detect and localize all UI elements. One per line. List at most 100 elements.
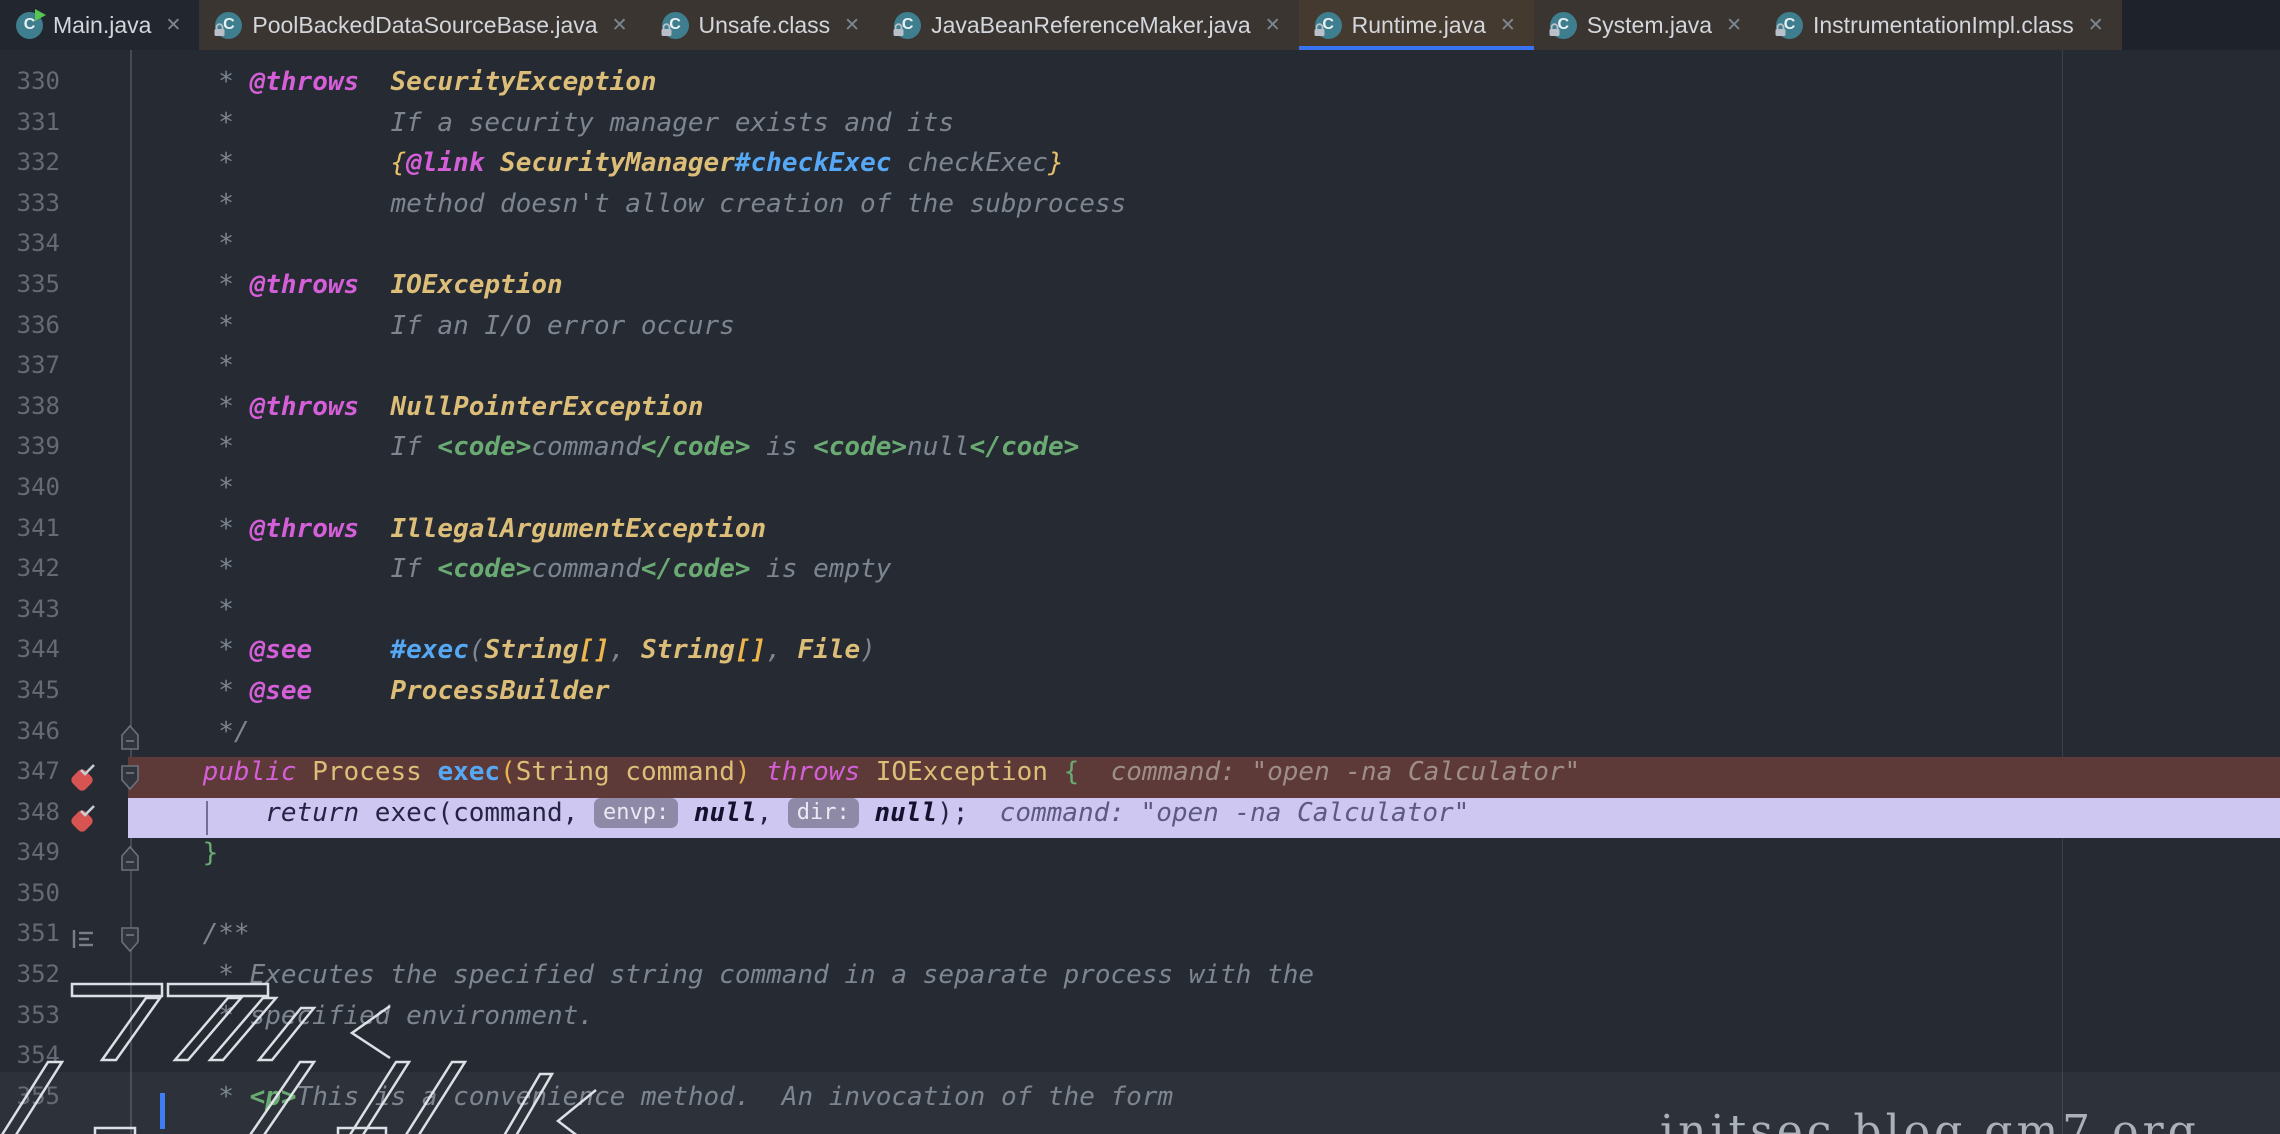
code-line[interactable]: 340 * [0, 473, 2280, 514]
tab-javabeanreferencemaker-java[interactable]: C JavaBeanReferenceMaker.java ✕ [878, 0, 1299, 50]
lock-overlay-icon [892, 23, 905, 42]
tab-poolbackeddatasourcebase-java[interactable]: CPoolBackedDataSourceBase.java✕ [199, 0, 645, 50]
code-text: * @throws IOException [140, 270, 2280, 311]
gutter[interactable]: 350 [0, 879, 130, 920]
code-line[interactable]: 339 * If <code>command</code> is <code>n… [0, 432, 2280, 473]
code-text: * @throws IllegalArgumentException [140, 514, 2280, 555]
code-line[interactable]: 338 * @throws NullPointerException [0, 392, 2280, 433]
code-line[interactable]: 333 * method doesn't allow creation of t… [0, 189, 2280, 230]
code-line[interactable]: 345 * @see ProcessBuilder [0, 676, 2280, 717]
gutter[interactable]: 337 [0, 351, 130, 392]
gutter[interactable]: 332 [0, 148, 130, 189]
code-editor[interactable]: 330 * @throws SecurityException331 * If … [0, 50, 2280, 1134]
code-text: * If a security manager exists and its [140, 108, 2280, 149]
code-line[interactable]: 330 * @throws SecurityException [0, 67, 2280, 108]
parameter-hint-badge: envp: [594, 798, 678, 828]
code-line[interactable]: 342 * If <code>command</code> is empty [0, 554, 2280, 595]
tab-main-java[interactable]: CMain.java✕ [0, 0, 199, 50]
code-line[interactable]: 350 [0, 879, 2280, 920]
tab-close-icon[interactable]: ✕ [1498, 14, 1518, 37]
gutter[interactable]: 336 [0, 311, 130, 352]
gutter[interactable]: 351 [0, 919, 130, 960]
tab-unsafe-class[interactable]: CUnsafe.class✕ [646, 0, 879, 50]
gutter[interactable]: 339 [0, 432, 130, 473]
line-number: 337 [0, 351, 60, 392]
fold-handle-up[interactable] [118, 844, 142, 873]
line-number: 346 [0, 717, 60, 758]
code-line[interactable]: 348 return exec(command, envp: null, dir… [0, 798, 2280, 839]
tab-close-icon[interactable]: ✕ [1724, 14, 1744, 37]
java-class-icon: C [1550, 12, 1577, 39]
gutter[interactable]: 334 [0, 229, 130, 270]
code-line[interactable]: 331 * If a security manager exists and i… [0, 108, 2280, 149]
code-line[interactable]: 349 } [0, 838, 2280, 879]
gutter[interactable]: 348 [0, 798, 130, 839]
code-text: * If an I/O error occurs [140, 311, 2280, 352]
line-number: 349 [0, 838, 60, 879]
line-number: 345 [0, 676, 60, 717]
gutter[interactable]: 333 [0, 189, 130, 230]
code-line[interactable]: 343 * [0, 595, 2280, 636]
tab-label: JavaBeanReferenceMaker.java [931, 12, 1251, 39]
line-number: 348 [0, 798, 60, 839]
render-docs-icon[interactable] [70, 926, 100, 956]
gutter[interactable]: 346 [0, 717, 130, 758]
code-text: } [140, 838, 2280, 879]
code-line[interactable]: 334 * [0, 229, 2280, 270]
gutter[interactable]: 331 [0, 108, 130, 149]
code-lines: 330 * @throws SecurityException331 * If … [0, 67, 2280, 1122]
code-line[interactable]: 337 * [0, 351, 2280, 392]
tab-label: Runtime.java [1352, 12, 1486, 39]
tab-close-icon[interactable]: ✕ [842, 14, 862, 37]
gutter[interactable]: 335 [0, 270, 130, 311]
breakpoint-icon[interactable] [70, 805, 98, 833]
code-text: public Process exec(String command) thro… [140, 757, 2280, 798]
code-line[interactable]: 344 * @see #exec(String[], String[], Fil… [0, 635, 2280, 676]
code-line[interactable]: 341 * @throws IllegalArgumentException [0, 514, 2280, 555]
java-class-icon: C [1315, 12, 1342, 39]
gutter[interactable]: 341 [0, 514, 130, 555]
code-line[interactable]: 336 * If an I/O error occurs [0, 311, 2280, 352]
fold-handle-down[interactable] [118, 763, 142, 792]
java-class-icon: C [662, 12, 689, 39]
line-number: 339 [0, 432, 60, 473]
watermark-text: initsec blog.gm7.org [1660, 1106, 2200, 1134]
tab-close-icon[interactable]: ✕ [610, 14, 630, 37]
code-line[interactable]: 347 public Process exec(String command) … [0, 757, 2280, 798]
tab-instrumentationimpl-class[interactable]: CInstrumentationImpl.class✕ [1760, 0, 2122, 50]
line-number: 342 [0, 554, 60, 595]
gutter[interactable]: 342 [0, 554, 130, 595]
code-text: * @throws SecurityException [140, 67, 2280, 108]
gutter[interactable]: 338 [0, 392, 130, 433]
lock-overlay-icon [660, 23, 673, 42]
code-line[interactable]: 351 /** [0, 919, 2280, 960]
gutter[interactable]: 344 [0, 635, 130, 676]
code-line[interactable]: 346 */ [0, 717, 2280, 758]
gutter[interactable]: 349 [0, 838, 130, 879]
breakpoint-icon[interactable] [70, 764, 98, 792]
inline-debugger-hint: command: "open -na Calculator" [968, 798, 1469, 828]
tab-runtime-java[interactable]: C Runtime.java ✕ [1299, 0, 1534, 50]
code-text: * @throws NullPointerException [140, 392, 2280, 433]
gutter[interactable]: 347 [0, 757, 130, 798]
glitch-art-overlay [0, 978, 620, 1134]
tab-close-icon[interactable]: ✕ [163, 14, 183, 37]
fold-handle-down[interactable] [118, 925, 142, 954]
tab-close-icon[interactable]: ✕ [1263, 14, 1283, 37]
tab-close-icon[interactable]: ✕ [2086, 14, 2106, 37]
gutter[interactable]: 345 [0, 676, 130, 717]
code-text: */ [140, 717, 2280, 758]
fold-handle-up[interactable] [118, 723, 142, 752]
inline-debugger-hint: command: "open -na Calculator" [1079, 757, 1580, 787]
gutter[interactable]: 330 [0, 67, 130, 108]
code-line[interactable]: 332 * {@link SecurityManager#checkExec c… [0, 148, 2280, 189]
code-text: * @see ProcessBuilder [140, 676, 2280, 717]
gutter[interactable]: 343 [0, 595, 130, 636]
code-line[interactable]: 335 * @throws IOException [0, 270, 2280, 311]
line-number: 338 [0, 392, 60, 433]
gutter[interactable]: 340 [0, 473, 130, 514]
tab-system-java[interactable]: CSystem.java✕ [1534, 0, 1760, 50]
java-class-icon: C [894, 12, 921, 39]
code-text: /** [140, 919, 2280, 960]
code-text: return exec(command, envp: null, dir: nu… [140, 798, 2280, 839]
